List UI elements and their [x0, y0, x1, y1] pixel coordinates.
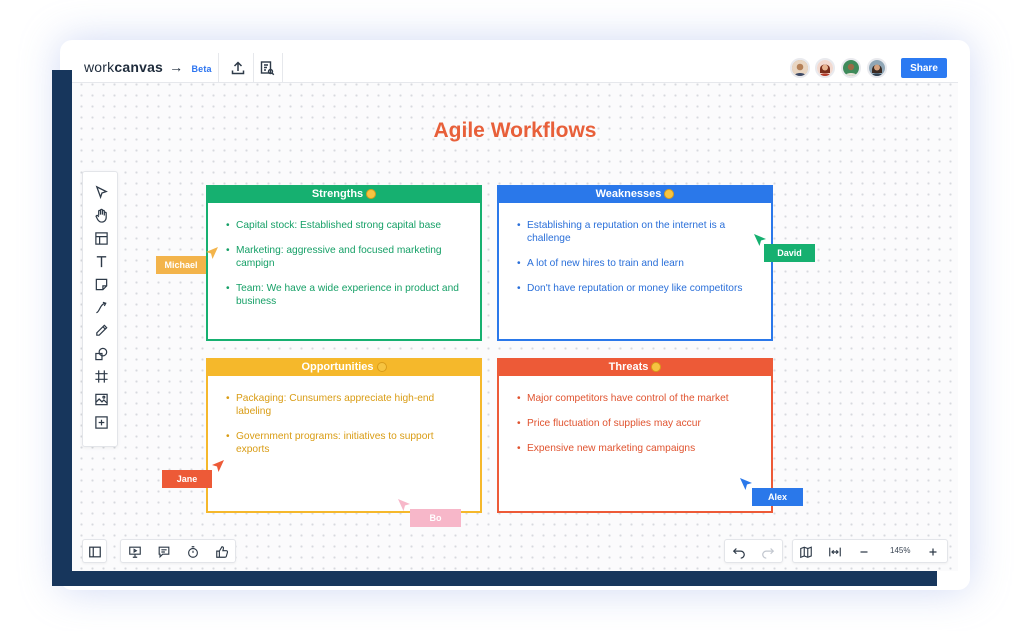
topbar-divider — [282, 53, 283, 83]
emoji-icon — [651, 362, 662, 372]
board-title[interactable]: Agile Workflows — [72, 119, 958, 143]
view-controls: 145% — [792, 539, 948, 563]
card-title: Opportunities — [301, 361, 374, 373]
card-header: Opportunities — [206, 358, 482, 376]
image-icon[interactable] — [92, 390, 110, 408]
emoji-icon — [366, 189, 377, 199]
like-icon[interactable] — [213, 543, 231, 561]
opportunities-card[interactable]: Opportunities Packaging: Cunsumers appre… — [206, 358, 482, 513]
weaknesses-card[interactable]: Weaknesses Establishing a reputation on … — [497, 185, 773, 341]
share-button[interactable]: Share — [901, 58, 947, 78]
screenshot-stage: workcanvas → Beta Share Agile Workflows … — [0, 0, 1020, 631]
sidebar-icon[interactable] — [86, 543, 104, 561]
beta-badge: Beta — [191, 64, 212, 74]
avatar[interactable] — [841, 58, 861, 78]
list-item[interactable]: Government programs: initiatives to supp… — [226, 430, 460, 456]
emoji-icon — [376, 362, 387, 372]
frame-icon[interactable] — [92, 367, 110, 385]
present-icon[interactable] — [126, 543, 144, 561]
fit-width-icon[interactable] — [826, 543, 844, 561]
avatar[interactable] — [815, 58, 835, 78]
history-controls — [724, 539, 783, 563]
card-list: Establishing a reputation on the interne… — [517, 219, 751, 307]
avatar[interactable] — [790, 58, 810, 78]
list-item[interactable]: Price fluctuation of supplies may accur — [517, 417, 751, 430]
cursor-label-david: David — [764, 244, 815, 262]
logo-arrow: → — [169, 59, 184, 75]
card-header: Threats — [497, 358, 773, 376]
alex-cursor-icon — [740, 478, 752, 490]
select-icon[interactable] — [92, 183, 110, 201]
hand-icon[interactable] — [92, 206, 110, 224]
sticky-note-icon[interactable] — [92, 275, 110, 293]
map-icon[interactable] — [797, 543, 815, 561]
collaboration-tools — [120, 539, 236, 563]
card-list: Capital stock: Established strong capita… — [226, 219, 460, 320]
bo-cursor-icon — [398, 499, 410, 511]
list-item[interactable]: Marketing: aggressive and focused market… — [226, 244, 460, 270]
cursor-label-jane: Jane — [162, 470, 212, 488]
list-item[interactable]: Capital stock: Established strong capita… — [226, 219, 460, 232]
zoom-in-icon[interactable] — [924, 543, 942, 561]
jane-cursor-icon — [212, 460, 224, 472]
list-item[interactable]: Don't have reputation or money like comp… — [517, 282, 751, 295]
list-item[interactable]: Packaging: Cunsumers appreciate high-end… — [226, 392, 460, 418]
card-title: Weaknesses — [595, 188, 662, 200]
sidebar-toggle-group — [82, 539, 107, 563]
tool-palette — [82, 171, 118, 447]
card-title: Threats — [608, 361, 649, 373]
threats-card[interactable]: Threats Major competitors have control o… — [497, 358, 773, 513]
redo-icon[interactable] — [759, 543, 777, 561]
add-icon[interactable] — [92, 413, 110, 431]
card-list: Packaging: Cunsumers appreciate high-end… — [226, 392, 460, 468]
zoom-out-icon[interactable] — [855, 543, 873, 561]
text-icon[interactable] — [92, 252, 110, 270]
list-item[interactable]: A lot of new hires to train and learn — [517, 257, 751, 270]
topbar-divider — [253, 53, 254, 83]
workcanvas-app: workcanvas → Beta Share Agile Workflows … — [72, 53, 958, 571]
card-header: Weaknesses — [497, 185, 773, 203]
list-item[interactable]: Expensive new marketing campaigns — [517, 442, 751, 455]
report-icon[interactable] — [257, 58, 277, 78]
avatar[interactable] — [867, 58, 887, 78]
list-item[interactable]: Establishing a reputation on the interne… — [517, 219, 751, 245]
shapes-icon[interactable] — [92, 344, 110, 362]
cursor-label-michael: Michael — [156, 256, 206, 274]
zoom-level[interactable]: 145% — [890, 546, 910, 555]
list-item[interactable]: Team: We have a wide experience in produ… — [226, 282, 460, 308]
template-icon[interactable] — [92, 229, 110, 247]
logo-prefix: work — [84, 59, 115, 75]
timer-icon[interactable] — [184, 543, 202, 561]
undo-icon[interactable] — [730, 543, 748, 561]
cursor-label-alex: Alex — [752, 488, 803, 506]
topbar-divider — [218, 53, 219, 83]
comment-icon[interactable] — [155, 543, 173, 561]
strengths-card[interactable]: Strengths Capital stock: Established str… — [206, 185, 482, 341]
card-list: Major competitors have control of the ma… — [517, 392, 751, 467]
logo-strong: canvas — [114, 59, 164, 75]
top-bar: workcanvas → Beta Share — [72, 53, 958, 83]
upload-icon[interactable] — [228, 58, 248, 78]
card-title: Strengths — [311, 188, 364, 200]
app-logo[interactable]: workcanvas → Beta — [84, 59, 212, 75]
card-header: Strengths — [206, 185, 482, 203]
cursor-label-bo: Bo — [410, 509, 461, 527]
list-item[interactable]: Major competitors have control of the ma… — [517, 392, 751, 405]
michael-cursor-icon — [206, 247, 218, 259]
pen-icon[interactable] — [92, 321, 110, 339]
emoji-icon — [664, 189, 675, 199]
connector-icon[interactable] — [92, 298, 110, 316]
